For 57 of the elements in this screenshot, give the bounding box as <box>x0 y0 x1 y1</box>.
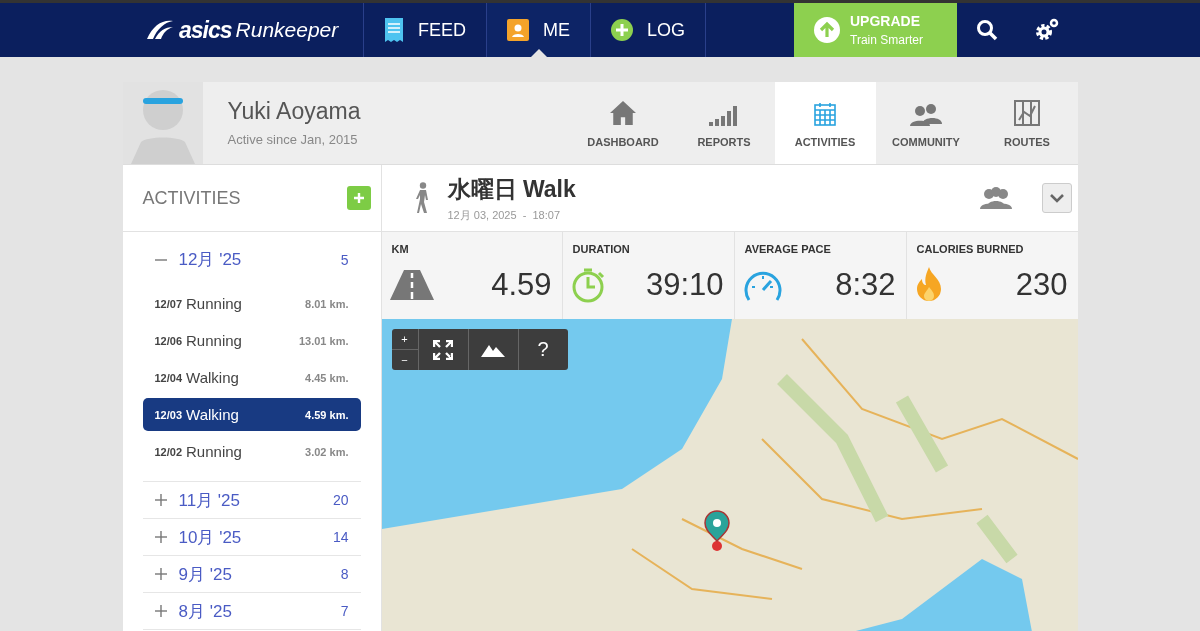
stat-label: CALORIES BURNED <box>915 243 1025 255</box>
plus-icon <box>353 193 364 203</box>
stat-value: 8:32 <box>835 267 896 303</box>
stat-label: DURATION <box>571 243 631 255</box>
people-icon <box>910 104 942 126</box>
stripes-logo-icon <box>145 19 175 41</box>
member-since-text: Active since Jan, 2015 <box>227 132 359 147</box>
sidebar-title: ACTIVITIES <box>142 187 241 209</box>
document-icon <box>384 18 404 42</box>
section-tab[interactable]: ACTIVITIES <box>774 82 876 164</box>
up-arrow-circle-icon <box>814 17 840 43</box>
logo-product-text: Runkeeper <box>235 18 339 42</box>
zoom-out-button[interactable]: − <box>391 350 418 370</box>
settings-icon <box>1034 18 1060 42</box>
house-icon <box>610 100 636 126</box>
month-row[interactable]: 8月 '25 7 <box>142 593 361 630</box>
stat-value: 4.59 <box>491 267 552 303</box>
stat-label: AVERAGE PACE <box>743 243 832 255</box>
search-icon <box>976 19 998 41</box>
activity-date: 12月 03, 2025 - 18:07 <box>447 207 562 223</box>
stat-value: 39:10 <box>645 267 724 303</box>
map-route-icon <box>1014 100 1040 126</box>
stopwatch-icon <box>570 267 607 303</box>
stat-value: 230 <box>1015 267 1068 303</box>
dropdown-button[interactable] <box>1041 183 1072 213</box>
person-icon <box>507 19 529 41</box>
nav-link[interactable]: LOG <box>591 3 707 57</box>
activity-title: 水曜日 Walk <box>447 174 576 204</box>
logo-brand-text: asics <box>179 16 232 44</box>
signal-bars-icon <box>709 106 739 126</box>
section-tab[interactable]: DASHBOARD <box>572 82 674 164</box>
section-tab[interactable]: COMMUNITY <box>875 82 977 164</box>
profile-name: Yuki Aoyama <box>227 98 361 125</box>
walking-person-icon <box>413 182 430 214</box>
activity-row[interactable]: 12/07 Running 8.01 km. <box>142 287 361 320</box>
activity-row[interactable]: 12/06 Running 13.01 km. <box>142 324 361 357</box>
month-row[interactable]: 12月 '25 5 <box>142 232 361 287</box>
help-button[interactable]: ? <box>518 329 568 370</box>
people-icon <box>979 187 1012 209</box>
calendar-icon <box>814 102 836 126</box>
activity-row[interactable]: 12/03 Walking 4.59 km. <box>142 398 361 431</box>
road-icon <box>389 270 434 300</box>
chevron-down-icon <box>1049 193 1064 203</box>
month-row[interactable]: 11月 '25 20 <box>142 482 361 519</box>
flame-icon <box>914 267 943 303</box>
activity-row[interactable]: 12/02 Running 3.02 km. <box>142 435 361 468</box>
activity-row[interactable]: 12/04 Walking 4.45 km. <box>142 361 361 394</box>
section-tab[interactable]: REPORTS <box>673 82 775 164</box>
month-row[interactable]: 10月 '25 14 <box>142 519 361 556</box>
stat-label: KM <box>390 243 410 255</box>
plus-circle-icon <box>611 19 633 41</box>
section-tab[interactable]: ROUTES <box>976 82 1078 164</box>
zoom-in-button[interactable]: + <box>391 329 418 350</box>
expand-arrows-icon <box>433 339 453 360</box>
month-row[interactable]: 9月 '25 8 <box>142 556 361 593</box>
nav-link[interactable]: FEED <box>364 3 487 57</box>
nav-link[interactable]: ME <box>487 3 591 57</box>
